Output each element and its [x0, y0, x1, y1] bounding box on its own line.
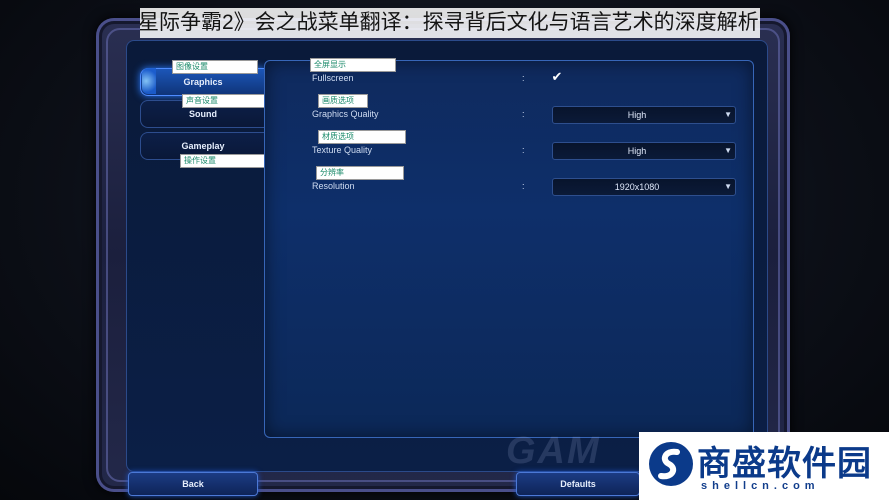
tab-graphics-label: Graphics	[183, 77, 223, 87]
title-overlay: 《星际争霸2》会之战菜单翻译：探寻背后文化与语言艺术的深度解析	[140, 8, 760, 38]
tab-gameplay-label: Gameplay	[181, 141, 225, 151]
fullscreen-checkbox[interactable]: ✔	[550, 70, 564, 84]
checkmark-icon: ✔	[551, 69, 563, 84]
resolution-value: 1920x1080	[614, 182, 660, 192]
resolution-label: Resolution	[312, 181, 355, 191]
separator: :	[522, 181, 525, 191]
graphics-quality-label: Graphics Quality	[312, 109, 379, 119]
tab-active-indicator	[142, 68, 156, 94]
background-watermark: GAM	[506, 430, 601, 472]
graphics-quality-select[interactable]: High ▼	[552, 106, 736, 124]
graphics-quality-note: 画质选项	[318, 94, 368, 108]
fullscreen-note: 全屏显示	[310, 58, 396, 72]
texture-quality-select[interactable]: High ▼	[552, 142, 736, 160]
texture-quality-label: Texture Quality	[312, 145, 373, 155]
separator: :	[522, 73, 525, 83]
graphics-quality-value: High	[627, 110, 647, 120]
tab-graphics-note: 图像设置	[172, 60, 258, 74]
defaults-button[interactable]: Defaults	[516, 472, 640, 496]
texture-quality-note: 材质选项	[318, 130, 406, 144]
brand-domain: shellcn.com	[701, 480, 820, 492]
tab-sound-label: Sound	[189, 109, 217, 119]
tab-sound-note: 声音设置	[182, 94, 268, 108]
tab-gameplay-note: 操作设置	[180, 154, 266, 168]
site-logo: 商盛软件园 shellcn.com	[639, 432, 889, 500]
texture-quality-value: High	[627, 146, 647, 156]
dropdown-arrow-icon: ▼	[724, 182, 732, 191]
separator: :	[522, 109, 525, 119]
separator: :	[522, 145, 525, 155]
resolution-note: 分辨率	[316, 166, 404, 180]
back-button[interactable]: Back	[128, 472, 258, 496]
resolution-select[interactable]: 1920x1080 ▼	[552, 178, 736, 196]
logo-mark-icon	[649, 442, 693, 486]
title-text: 《星际争霸2》会之战菜单翻译：探寻背后文化与语言艺术的深度解析	[140, 11, 759, 34]
fullscreen-label: Fullscreen	[312, 73, 354, 83]
dropdown-arrow-icon: ▼	[724, 110, 732, 119]
brand-name: 商盛软件园	[697, 445, 872, 483]
dropdown-arrow-icon: ▼	[724, 146, 732, 155]
